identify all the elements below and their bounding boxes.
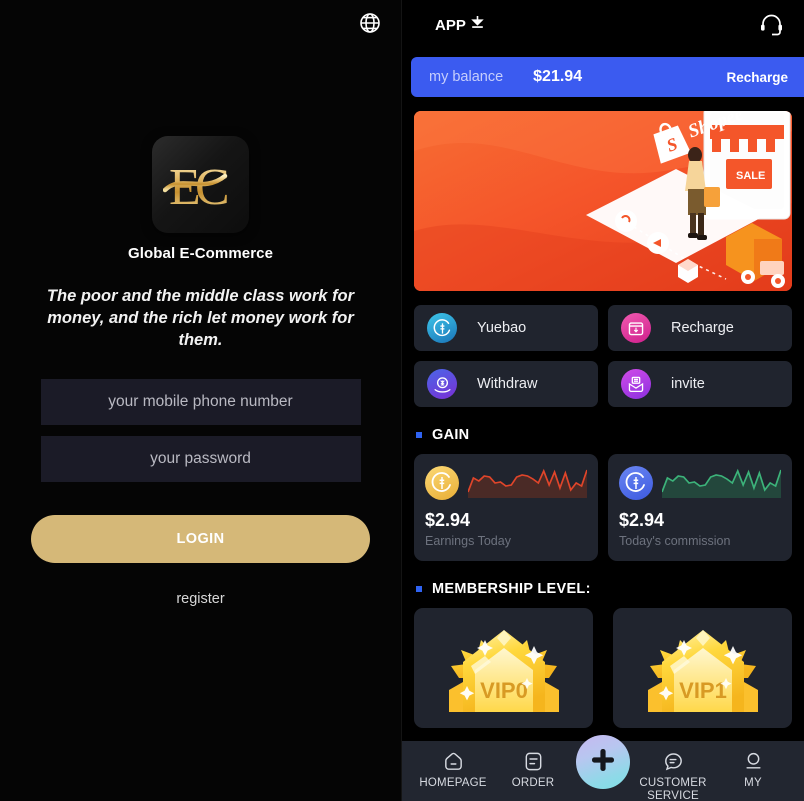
customer-support-button[interactable] [758,11,786,39]
ec-monogram-icon: E C [162,159,230,216]
tab-my[interactable]: MY [716,749,790,790]
app-download-button[interactable]: APP [435,15,485,35]
gain-caption: Today's commission [619,534,731,548]
tab-customer-service[interactable]: CUSTOMER SERVICE [636,749,710,801]
tab-label: MY [744,777,762,789]
section-bullet-icon [416,586,422,592]
gain-card-top [425,466,588,500]
gain-card-earnings[interactable]: $2.94 Earnings Today [414,454,598,561]
recharge-box-icon [621,313,651,343]
tab-order[interactable]: ORDER [496,749,570,790]
vip-label: VIP0 [480,678,528,703]
quick-actions-grid: Yuebao Recharge Withdraw invite [414,305,792,407]
action-yuebao[interactable]: Yuebao [414,305,598,351]
section-bullet-icon [416,432,422,438]
tab-homepage[interactable]: HOMEPAGE [416,749,490,790]
add-task-fab-button[interactable] [576,735,630,789]
action-label: Yuebao [477,320,527,336]
brand-name: Global E-Commerce [127,245,274,262]
commission-sparkline-chart [661,468,782,498]
action-invite[interactable]: invite [608,361,792,407]
home-icon [442,749,465,773]
password-input[interactable] [40,436,361,483]
wallet-dollar-icon [427,313,457,343]
vip-label: VIP1 [679,678,727,703]
register-link[interactable]: register [176,591,224,607]
chat-bubble-icon [662,749,685,773]
dual-pane-screenshot: E C Global E-Commerce The poor and the m… [0,0,804,801]
app-logo: E C [152,136,249,233]
section-title: GAIN [432,427,470,443]
invite-envelope-icon [621,369,651,399]
globe-icon [358,11,382,40]
vip-card-1[interactable]: VIP1 [613,608,792,728]
earnings-sparkline-chart [467,468,588,498]
gain-card-commission[interactable]: $2.94 Today's commission [608,454,792,561]
balance-label: my balance [429,69,504,85]
order-list-icon [522,749,545,773]
action-label: Withdraw [477,376,538,392]
tab-label: ORDER [511,777,555,789]
plus-icon [588,745,618,780]
gain-caption: Earnings Today [425,534,511,548]
user-person-icon [742,749,765,773]
action-withdraw[interactable]: Withdraw [414,361,598,407]
tab-label: CUSTOMER SERVICE [639,777,707,801]
balance-amount: $21.94 [533,68,583,85]
login-button[interactable]: LOGIN [31,515,370,564]
vip-card-0[interactable]: VIP0 [414,608,593,728]
gain-amount: $2.94 [425,510,471,530]
coin-dollar-icon [425,466,459,500]
download-icon [470,15,485,35]
membership-levels-row: VIP0 VIP1 [414,608,792,728]
promo-banner[interactable]: SALE S Shopee [414,111,792,291]
action-recharge[interactable]: Recharge [608,305,792,351]
gain-amount: $2.94 [619,510,665,530]
balance-bar[interactable]: my balance $21.94 Recharge [411,57,804,97]
tab-label: HOMEPAGE [419,777,487,789]
balance-recharge-link[interactable]: Recharge [726,70,788,85]
vip-badge-icon: VIP1 [647,630,758,712]
banner-illustration: SALE S Shopee [414,111,792,291]
action-label: Recharge [671,320,734,336]
login-panel: E C Global E-Commerce The poor and the m… [0,0,402,801]
app-download-label: APP [435,16,466,34]
withdraw-hand-icon [427,369,457,399]
svg-text:C: C [195,159,230,216]
section-title: MEMBERSHIP LEVEL: [432,581,591,597]
vip-badge-icon: VIP0 [448,630,559,712]
gain-card-top [619,466,782,500]
bottom-tab-bar: HOMEPAGE ORDER CUSTOMER SERVICE MY [402,735,804,801]
coin-dollar-icon [619,466,653,500]
gain-section-header: GAIN [416,427,804,443]
app-topbar: APP [402,0,804,50]
phone-input[interactable] [40,379,361,426]
membership-section-header: MEMBERSHIP LEVEL: [416,581,804,597]
tagline-text: The poor and the middle class work for m… [46,287,355,349]
mobile-app-panel: APP my balance $21.94 Recharge SALE S Sh… [402,0,804,801]
action-label: invite [671,376,705,392]
gain-cards-row: $2.94 Earnings Today $2.94 Today's commi… [414,454,792,561]
language-globe-button[interactable] [357,12,383,38]
svg-text:SALE: SALE [736,170,765,182]
